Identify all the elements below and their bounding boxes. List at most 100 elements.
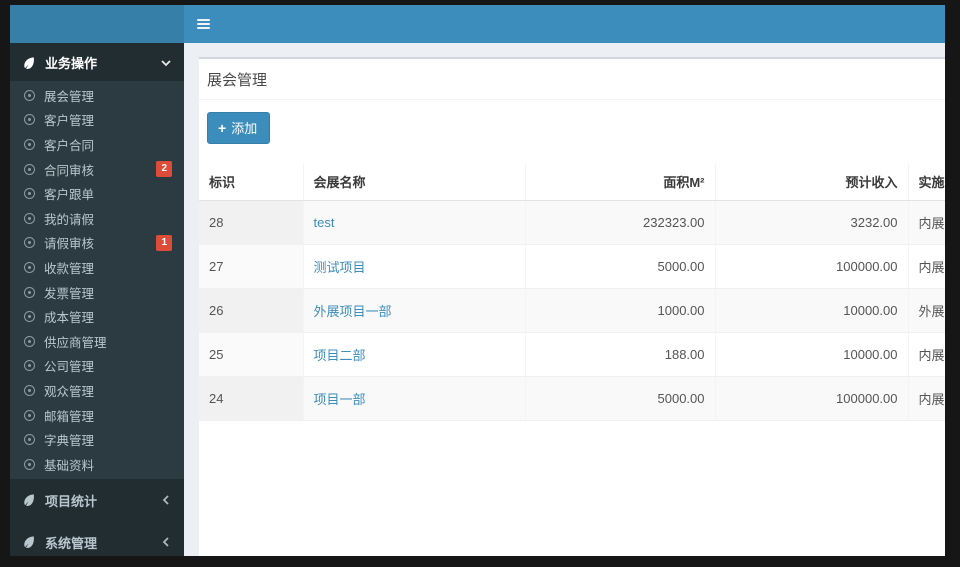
cell-id: 28 — [199, 200, 304, 245]
cell-income: 100000.00 — [715, 244, 909, 289]
sidebar-item-mailbox-mgmt[interactable]: 邮箱管理 — [10, 403, 184, 428]
exhibition-table: 标识 会展名称 面积M² 预计收入 实施部门 28 — [199, 164, 945, 421]
sidebar-item-my-leave[interactable]: 我的请假 — [10, 206, 184, 231]
dot-circle-icon — [24, 163, 35, 175]
sidebar: 业务操作 展会管理 客户管理 客户合同 合同审核 2 客户跟单 我的请假 请假审核… — [10, 43, 184, 556]
cell-area: 5000.00 — [525, 376, 716, 421]
chevron-left-icon — [160, 494, 172, 506]
exhibition-link[interactable]: 项目二部 — [314, 348, 366, 363]
cell-dept: 外展项目 — [908, 288, 945, 333]
table-row: 25 项目二部 188.00 10000.00 内展项目 — [199, 332, 945, 377]
leaf-icon — [22, 493, 36, 507]
dot-circle-icon — [24, 188, 35, 200]
column-header-name[interactable]: 会展名称 — [303, 164, 526, 201]
panel-header: 展会管理 — [199, 59, 945, 100]
cell-name: 外展项目一部 — [303, 288, 526, 333]
hamburger-icon[interactable] — [193, 13, 215, 35]
column-header-id[interactable]: 标识 — [199, 164, 304, 201]
cell-income: 10000.00 — [715, 332, 909, 377]
sidebar-item-contract-review[interactable]: 合同审核 2 — [10, 157, 184, 182]
cell-dept: 内展项目 — [908, 332, 945, 377]
sidebar-section-label: 业务操作 — [45, 56, 98, 71]
chevron-down-icon — [160, 57, 172, 69]
notification-badge: 1 — [156, 234, 172, 251]
dot-circle-icon — [24, 237, 35, 249]
cell-area: 1000.00 — [525, 288, 716, 333]
cell-id: 24 — [199, 376, 304, 421]
column-header-area[interactable]: 面积M² — [525, 164, 716, 201]
dot-circle-icon — [24, 384, 35, 396]
content-area: 展会管理 + 添加 标识 会展名称 面积M² 预计收入 实施 28 test 2… — [184, 43, 945, 556]
top-navbar — [10, 5, 945, 43]
sidebar-item-exhibition-mgmt[interactable]: 展会管理 — [10, 83, 184, 108]
sidebar-item-basic-data[interactable]: 基础资料 — [10, 452, 184, 477]
cell-name: 项目一部 — [303, 376, 526, 421]
dot-circle-icon — [24, 89, 35, 101]
dot-circle-icon — [24, 138, 35, 150]
cell-area: 232323.00 — [525, 200, 716, 245]
sidebar-item-payment-mgmt[interactable]: 收款管理 — [10, 255, 184, 280]
cell-name: 测试项目 — [303, 244, 526, 289]
column-header-income[interactable]: 预计收入 — [715, 164, 909, 201]
sidebar-item-cost-mgmt[interactable]: 成本管理 — [10, 304, 184, 329]
sidebar-item-leave-review[interactable]: 请假审核 1 — [10, 231, 184, 256]
cell-id: 25 — [199, 332, 304, 377]
add-button-label: 添加 — [231, 121, 258, 136]
sidebar-item-audience-mgmt[interactable]: 观众管理 — [10, 378, 184, 403]
navbar-main — [184, 5, 945, 43]
sidebar-section-project-stats[interactable]: 项目统计 — [10, 481, 184, 519]
page-title: 展会管理 — [207, 72, 268, 89]
sidebar-item-customer-mgmt[interactable]: 客户管理 — [10, 108, 184, 133]
sidebar-section-system-mgmt[interactable]: 系统管理 — [10, 523, 184, 557]
dot-circle-icon — [24, 360, 35, 372]
add-button[interactable]: + 添加 — [207, 112, 271, 144]
sidebar-item-customer-followup[interactable]: 客户跟单 — [10, 181, 184, 206]
logo-area[interactable] — [10, 5, 184, 43]
screenshot-frame: 业务操作 展会管理 客户管理 客户合同 合同审核 2 客户跟单 我的请假 请假审核… — [0, 0, 960, 567]
dot-circle-icon — [24, 434, 35, 446]
exhibition-link[interactable]: 测试项目 — [314, 260, 366, 275]
table-row: 26 外展项目一部 1000.00 10000.00 外展项目 — [199, 288, 945, 333]
cell-dept: 内展项目 — [908, 376, 945, 421]
notification-badge: 2 — [156, 161, 172, 178]
exhibition-panel: 展会管理 + 添加 标识 会展名称 面积M² 预计收入 实施 28 test 2… — [199, 57, 945, 556]
cell-dept: 内展项目 — [908, 200, 945, 245]
cell-dept: 内展项目 — [908, 244, 945, 289]
sidebar-item-supplier-mgmt[interactable]: 供应商管理 — [10, 329, 184, 354]
sidebar-section-label: 系统管理 — [45, 535, 98, 551]
cell-name: test — [303, 200, 526, 245]
table-header-row: 标识 会展名称 面积M² 预计收入 实施部门 — [199, 164, 945, 201]
plus-icon: + — [218, 119, 227, 136]
dot-circle-icon — [24, 114, 35, 126]
table-row: 28 test 232323.00 3232.00 内展项目 — [199, 200, 945, 245]
cell-income: 3232.00 — [715, 200, 909, 245]
cell-name: 项目二部 — [303, 332, 526, 377]
table-row: 24 项目一部 5000.00 100000.00 内展项目 — [199, 376, 945, 421]
exhibition-table-wrap: 标识 会展名称 面积M² 预计收入 实施部门 28 — [199, 164, 945, 421]
sidebar-item-invoice-mgmt[interactable]: 发票管理 — [10, 280, 184, 305]
sidebar-item-customer-contract[interactable]: 客户合同 — [10, 132, 184, 157]
app-window: 业务操作 展会管理 客户管理 客户合同 合同审核 2 客户跟单 我的请假 请假审核… — [10, 5, 945, 556]
dot-circle-icon — [24, 261, 35, 273]
table-row: 27 测试项目 5000.00 100000.00 内展项目 — [199, 244, 945, 289]
sidebar-item-company-mgmt[interactable]: 公司管理 — [10, 354, 184, 379]
dot-circle-icon — [24, 335, 35, 347]
dot-circle-icon — [24, 212, 35, 224]
dot-circle-icon — [24, 286, 35, 298]
exhibition-link[interactable]: 项目一部 — [314, 392, 366, 407]
cell-area: 5000.00 — [525, 244, 716, 289]
cell-id: 26 — [199, 288, 304, 333]
dot-circle-icon — [24, 458, 35, 470]
column-header-dept[interactable]: 实施部门 — [908, 164, 945, 201]
leaf-icon — [22, 56, 36, 70]
cell-income: 100000.00 — [715, 376, 909, 421]
sidebar-section-business[interactable]: 业务操作 — [10, 43, 184, 81]
chevron-left-icon — [160, 536, 172, 548]
exhibition-link[interactable]: 外展项目一部 — [314, 304, 392, 319]
exhibition-link[interactable]: test — [314, 215, 335, 230]
sidebar-section-label: 项目统计 — [45, 493, 98, 509]
dot-circle-icon — [24, 311, 35, 323]
cell-income: 10000.00 — [715, 288, 909, 333]
cell-area: 188.00 — [525, 332, 716, 377]
sidebar-item-dictionary-mgmt[interactable]: 字典管理 — [10, 427, 184, 452]
